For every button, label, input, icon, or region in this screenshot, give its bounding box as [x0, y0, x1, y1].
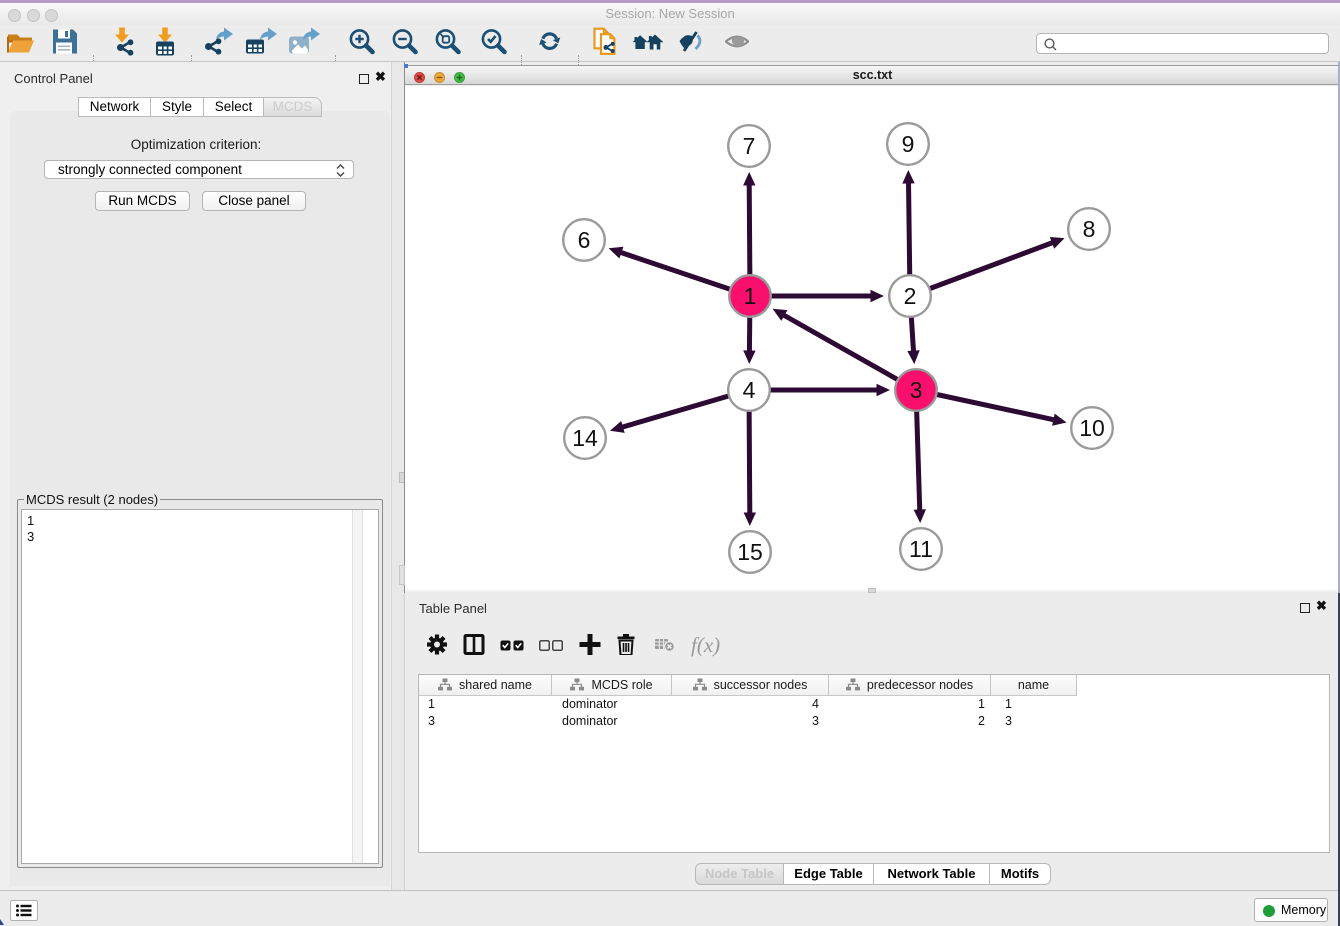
svg-text:6: 6 [578, 227, 591, 253]
svg-text:14: 14 [572, 425, 598, 451]
svg-text:1: 1 [744, 283, 757, 309]
svg-text:4: 4 [743, 377, 756, 403]
svg-text:9: 9 [902, 131, 915, 157]
svg-text:8: 8 [1083, 216, 1096, 242]
svg-text:15: 15 [737, 539, 763, 565]
svg-text:2: 2 [904, 283, 917, 309]
svg-text:11: 11 [909, 536, 933, 562]
svg-text:10: 10 [1079, 415, 1105, 441]
svg-text:3: 3 [910, 377, 923, 403]
svg-text:7: 7 [743, 133, 756, 159]
